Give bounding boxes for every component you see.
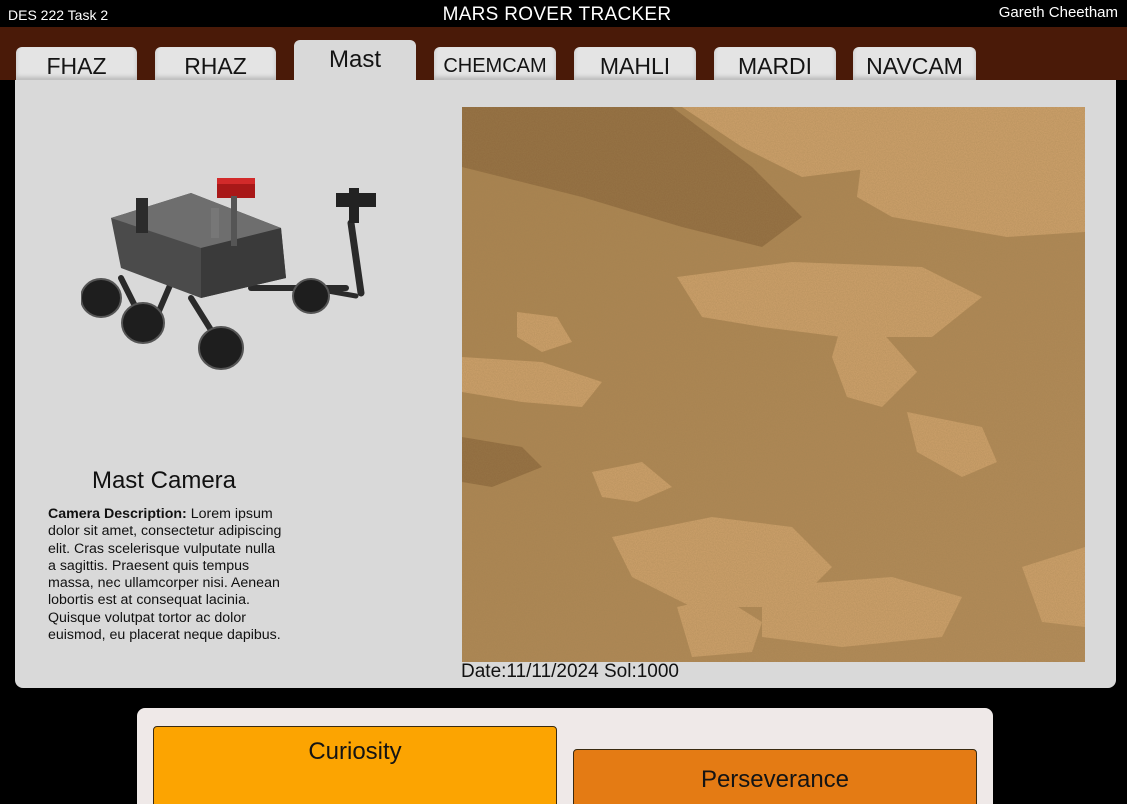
curiosity-button[interactable]: Curiosity	[153, 726, 557, 804]
top-bar: DES 222 Task 2 MARS ROVER TRACKER Gareth…	[0, 0, 1127, 27]
date-label: Date:	[461, 661, 507, 682]
tab-mast[interactable]: Mast	[294, 40, 416, 82]
rover-selector: Curiosity Perseverance	[137, 708, 993, 804]
tab-mardi[interactable]: MARDI	[714, 47, 836, 80]
camera-description: Camera Description: Lorem ipsum dolor si…	[48, 506, 284, 644]
app-title: MARS ROVER TRACKER	[442, 4, 672, 25]
tab-rhaz[interactable]: RHAZ	[155, 47, 276, 80]
tab-fhaz[interactable]: FHAZ	[16, 47, 137, 80]
tab-navcam[interactable]: NAVCAM	[853, 47, 976, 80]
photo-sol: 1000	[636, 661, 680, 682]
camera-panel: Mast Camera Camera Description: Lorem ip…	[15, 80, 1116, 688]
camera-title: Mast Camera	[91, 467, 237, 494]
photo-metadata: Date:11/11/2024 Sol:1000	[461, 661, 679, 683]
perseverance-button[interactable]: Perseverance	[573, 749, 977, 804]
rover-photo[interactable]	[462, 107, 1085, 662]
sol-label: Sol:	[603, 661, 637, 682]
tab-mahli[interactable]: MAHLI	[574, 47, 696, 80]
tab-chemcam[interactable]: CHEMCAM	[434, 47, 556, 80]
rover-illustration	[81, 178, 376, 370]
camera-tab-strip: FHAZ RHAZ Mast CHEMCAM MAHLI MARDI NAVCA…	[0, 27, 1127, 82]
photo-date: 11/11/2024	[506, 661, 599, 682]
camera-description-label: Camera Description:	[48, 506, 187, 522]
user-name[interactable]: Gareth Cheetham	[999, 4, 1118, 21]
camera-description-text: Lorem ipsum dolor sit amet, consectetur …	[48, 506, 282, 644]
